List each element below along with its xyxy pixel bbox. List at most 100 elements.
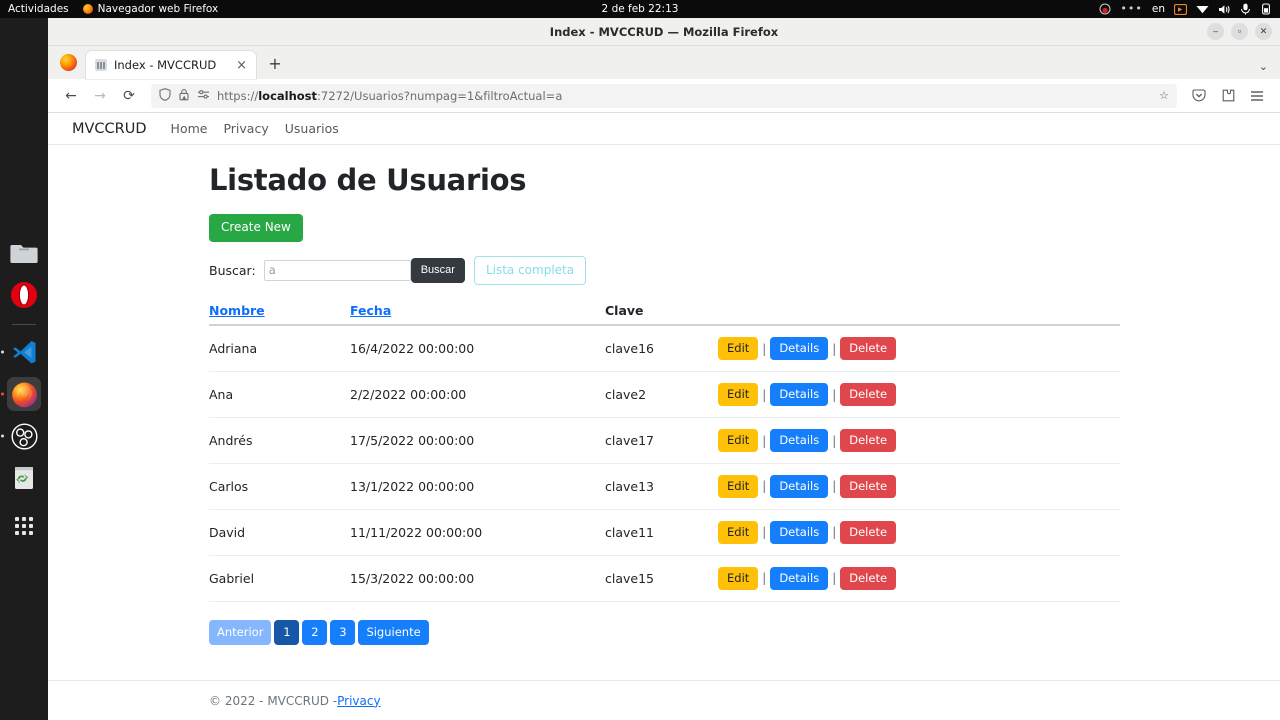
pagination-page-2[interactable]: 2 <box>302 619 328 645</box>
grid-icon-dot <box>15 531 19 535</box>
delete-button[interactable]: Delete <box>840 429 897 452</box>
dock-item-opera[interactable] <box>7 278 41 312</box>
close-icon[interactable]: × <box>233 59 250 72</box>
forward-button[interactable]: → <box>87 83 113 109</box>
new-tab-button[interactable]: + <box>262 51 288 77</box>
main-container: Listado de Usuarios Create New Buscar: B… <box>48 145 1280 680</box>
search-submit-button[interactable]: Buscar <box>410 258 465 283</box>
reset-filter-button[interactable]: Lista completa <box>473 255 587 286</box>
edit-button[interactable]: Edit <box>718 520 759 544</box>
dock-item-trash[interactable] <box>7 461 41 495</box>
clock[interactable]: 2 de feb 22:13 <box>560 3 720 15</box>
edit-button[interactable]: Edit <box>718 475 759 498</box>
firefox-icon <box>60 54 77 71</box>
folder-icon <box>10 245 38 263</box>
dock-item-obs-studio[interactable] <box>1 419 41 453</box>
navbar-brand[interactable]: MVCCRUD <box>72 121 147 137</box>
pagination-previous[interactable]: Anterior <box>209 619 272 645</box>
action-separator: | <box>762 525 767 540</box>
nav-link-usuarios[interactable]: Usuarios <box>285 121 339 136</box>
gnome-system-tray: ••• en <box>1099 3 1272 15</box>
site-navbar: MVCCRUD Home Privacy Usuarios <box>48 113 1280 145</box>
delete-button[interactable]: Delete <box>840 566 897 590</box>
action-separator: | <box>832 525 837 540</box>
cell-fecha: 15/3/2022 00:00:00 <box>350 555 605 602</box>
details-button[interactable]: Details <box>770 566 829 590</box>
pagination-next[interactable]: Siguiente <box>358 619 429 645</box>
url-bar[interactable]: https://localhost:7272/Usuarios?numpag=1… <box>151 83 1177 108</box>
volume-icon[interactable] <box>1218 4 1231 15</box>
tracking-protection-icon[interactable] <box>197 89 210 103</box>
show-applications-button[interactable] <box>15 517 33 535</box>
sort-link-nombre[interactable]: Nombre <box>209 303 265 318</box>
edit-button[interactable]: Edit <box>718 429 759 452</box>
trash-icon <box>15 467 33 489</box>
dock-item-firefox[interactable] <box>1 377 41 411</box>
delete-button[interactable]: Delete <box>840 337 897 361</box>
cell-fecha: 17/5/2022 00:00:00 <box>350 417 605 464</box>
recording-icon[interactable] <box>1099 3 1111 15</box>
details-button[interactable]: Details <box>770 337 829 361</box>
lock-warning-icon[interactable] <box>178 88 190 104</box>
cell-nombre: Adriana <box>209 325 350 373</box>
extensions-button[interactable] <box>1215 83 1241 109</box>
footer-privacy-link[interactable]: Privacy <box>337 694 380 708</box>
url-text[interactable]: https://localhost:7272/Usuarios?numpag=1… <box>217 89 1152 103</box>
language-indicator[interactable]: en <box>1152 3 1165 15</box>
microphone-icon[interactable] <box>1240 3 1251 15</box>
running-indicator <box>1 434 4 438</box>
nav-link-home[interactable]: Home <box>171 121 208 136</box>
details-button[interactable]: Details <box>770 475 829 498</box>
details-button[interactable]: Details <box>770 429 829 452</box>
back-button[interactable]: ← <box>58 83 84 109</box>
tab-title: Index - MVCCRUD <box>114 58 217 72</box>
pocket-button[interactable] <box>1186 83 1212 109</box>
column-header-clave: Clave <box>605 303 644 319</box>
app-menu-button[interactable] <box>1244 83 1270 109</box>
details-button[interactable]: Details <box>770 383 829 407</box>
delete-button[interactable]: Delete <box>840 475 897 498</box>
maximize-button[interactable]: ▫ <box>1231 23 1248 40</box>
ubuntu-dock <box>0 18 48 720</box>
delete-button[interactable]: Delete <box>840 520 897 544</box>
edit-button[interactable]: Edit <box>718 383 759 407</box>
bookmark-star-icon[interactable]: ☆ <box>1159 89 1169 102</box>
page-footer: © 2022 - MVCCRUD - Privacy <box>48 680 1280 720</box>
users-table: Nombre Fecha Clave Adriana 16/4/2022 00:… <box>209 303 1120 602</box>
shield-icon[interactable] <box>159 87 171 104</box>
active-app-indicator[interactable]: Navegador web Firefox <box>82 3 218 15</box>
pagination-page-3[interactable]: 3 <box>330 619 356 645</box>
dock-item-files[interactable] <box>7 236 41 270</box>
edit-button[interactable]: Edit <box>718 566 759 590</box>
search-form: Buscar: Buscar Lista completa <box>209 255 1280 286</box>
screencast-icon[interactable] <box>1174 3 1187 15</box>
close-button[interactable]: ✕ <box>1255 23 1272 40</box>
pagination-page-1[interactable]: 1 <box>274 619 300 645</box>
ellipsis-icon[interactable]: ••• <box>1120 3 1142 14</box>
action-separator: | <box>832 433 837 448</box>
sort-link-fecha[interactable]: Fecha <box>350 303 391 318</box>
cell-fecha: 11/11/2022 00:00:00 <box>350 509 605 556</box>
search-input[interactable] <box>263 259 411 281</box>
action-separator: | <box>762 479 767 494</box>
grid-icon-dot <box>15 517 19 521</box>
delete-button[interactable]: Delete <box>840 383 897 407</box>
create-new-button[interactable]: Create New <box>209 214 303 242</box>
obs-icon <box>10 422 38 450</box>
dock-item-vscode[interactable] <box>1 335 41 369</box>
minimize-button[interactable]: – <box>1207 23 1224 40</box>
grid-icon-dot <box>22 524 26 528</box>
running-indicator <box>1 350 4 354</box>
battery-icon[interactable] <box>1260 3 1272 15</box>
wifi-icon[interactable] <box>1196 4 1209 14</box>
vscode-icon <box>13 341 36 364</box>
nav-link-privacy[interactable]: Privacy <box>223 121 268 136</box>
chevron-down-icon[interactable]: ⌄ <box>1259 60 1268 73</box>
edit-button[interactable]: Edit <box>718 337 759 361</box>
pagination: Anterior 1 2 3 Siguiente <box>209 619 1280 645</box>
reload-button[interactable]: ⟳ <box>116 83 142 109</box>
details-button[interactable]: Details <box>770 520 829 544</box>
browser-tab[interactable]: Index - MVCCRUD × <box>86 51 256 79</box>
activities-button[interactable]: Actividades <box>8 3 69 15</box>
cell-nombre: Andrés <box>209 417 350 464</box>
